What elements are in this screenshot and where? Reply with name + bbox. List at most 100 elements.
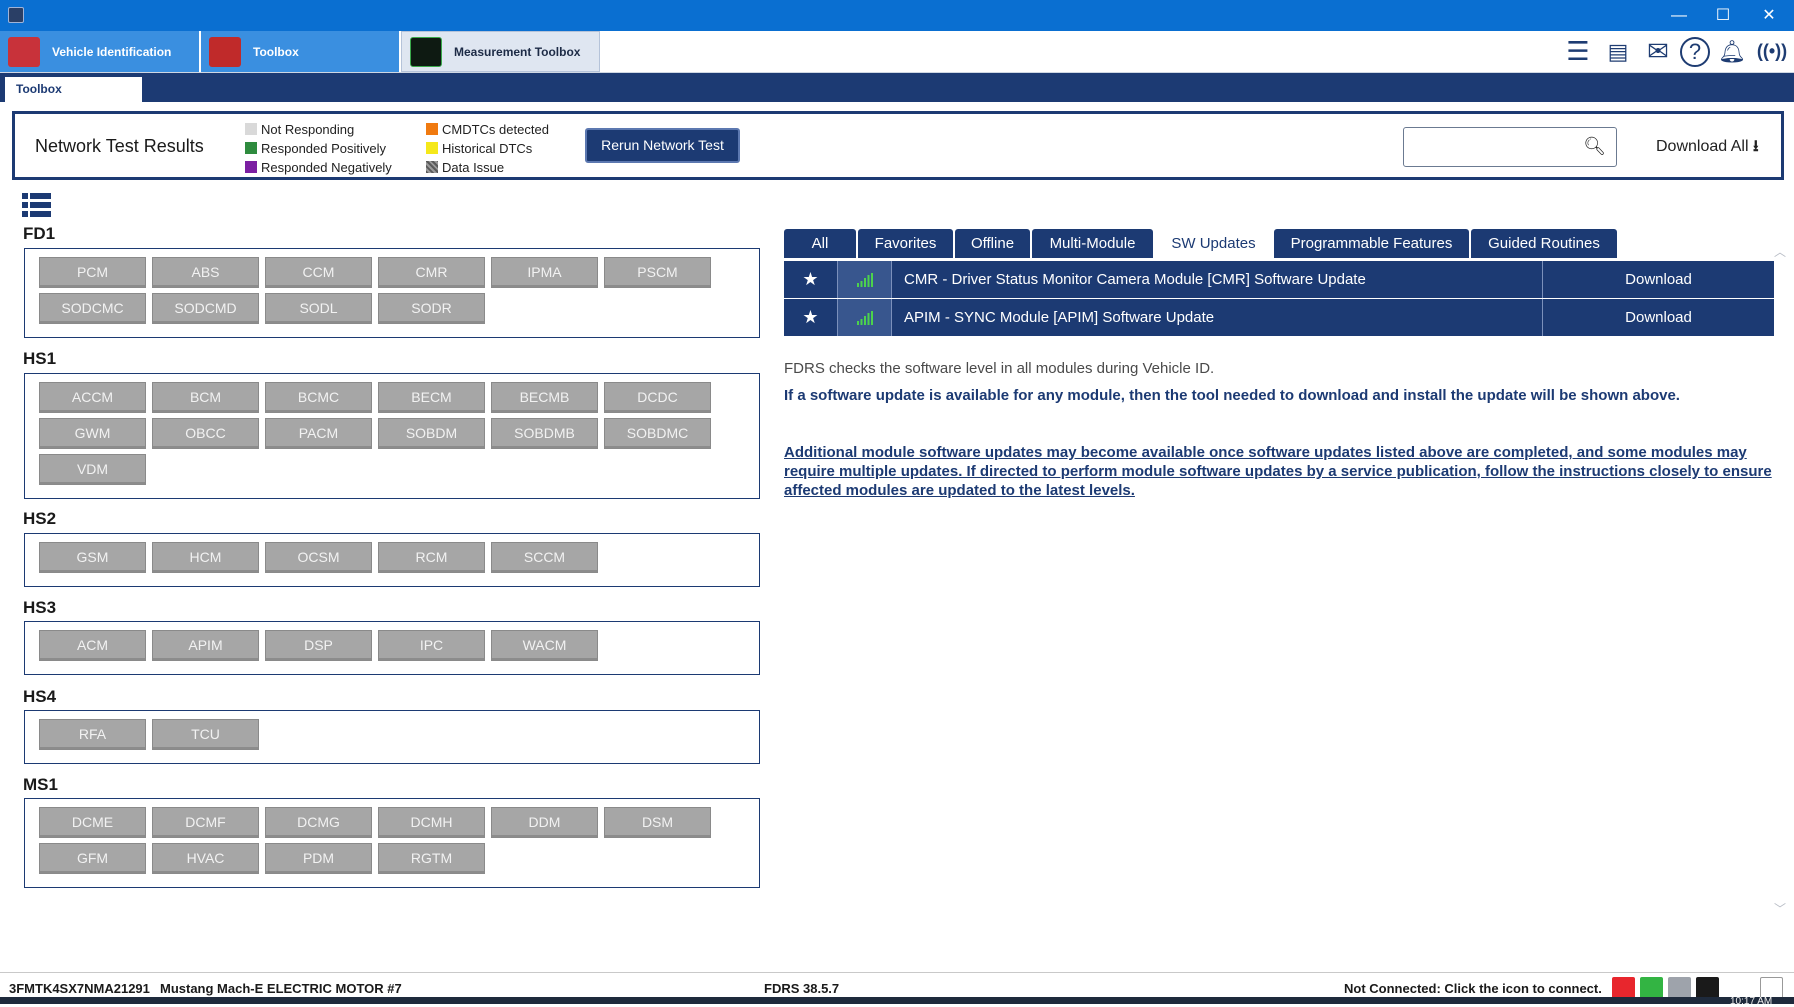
search-input[interactable]: 🔍︎ — [1403, 127, 1617, 167]
module-button-wacm[interactable]: WACM — [491, 630, 598, 661]
search-icon[interactable]: 🔍︎ — [1583, 136, 1606, 157]
app-icon — [8, 7, 24, 23]
module-button-dsp[interactable]: DSP — [265, 630, 372, 661]
scroll-up-icon[interactable]: ︿ — [1774, 243, 1786, 260]
module-button-dcdc[interactable]: DCDC — [604, 382, 711, 413]
legend-left: Not Responding Responded Positively Resp… — [245, 120, 392, 177]
module-button-sobdmc[interactable]: SOBDMC — [604, 418, 711, 449]
module-button-accm[interactable]: ACCM — [39, 382, 146, 413]
tab-measurement-toolbox[interactable]: Measurement Toolbox — [401, 31, 600, 72]
legend-label: Responded Positively — [261, 141, 387, 156]
module-button-ipc[interactable]: IPC — [378, 630, 485, 661]
wireless-icon[interactable]: ((•)) — [1754, 34, 1790, 70]
group-label-ms1: MS1 — [23, 775, 58, 794]
car-icon — [8, 36, 40, 67]
module-button-bcm[interactable]: BCM — [152, 382, 259, 413]
download-button[interactable]: Download — [1543, 261, 1774, 298]
module-button-acm[interactable]: ACM — [39, 630, 146, 661]
module-button-pcm[interactable]: PCM — [39, 257, 146, 288]
module-button-hcm[interactable]: HCM — [152, 542, 259, 573]
module-button-ccm[interactable]: CCM — [265, 257, 372, 288]
module-button-gsm[interactable]: GSM — [39, 542, 146, 573]
module-button-cmr[interactable]: CMR — [378, 257, 485, 288]
module-button-gwm[interactable]: GWM — [39, 418, 146, 449]
close-button[interactable]: ✕ — [1746, 0, 1792, 31]
tab-sw-updates[interactable]: SW Updates — [1155, 229, 1272, 258]
module-button-tcu[interactable]: TCU — [152, 719, 259, 750]
legend-swatch — [245, 161, 257, 173]
module-button-sodcmc[interactable]: SODCMC — [39, 293, 146, 324]
bell-icon[interactable]: 🔔︎ — [1714, 34, 1750, 70]
download-button[interactable]: Download — [1543, 299, 1774, 336]
module-button-bcmc[interactable]: BCMC — [265, 382, 372, 413]
module-button-dsm[interactable]: DSM — [604, 807, 711, 838]
module-button-becmb[interactable]: BECMB — [491, 382, 598, 413]
module-button-pdm[interactable]: PDM — [265, 843, 372, 874]
module-button-ddm[interactable]: DDM — [491, 807, 598, 838]
module-button-sodcmd[interactable]: SODCMD — [152, 293, 259, 324]
tab-all[interactable]: All — [784, 229, 856, 258]
tab-guided-routines[interactable]: Guided Routines — [1471, 229, 1617, 258]
info-link[interactable]: Additional module software updates may b… — [784, 443, 1774, 500]
module-button-pscm[interactable]: PSCM — [604, 257, 711, 288]
module-button-abs[interactable]: ABS — [152, 257, 259, 288]
module-button-dcme[interactable]: DCME — [39, 807, 146, 838]
update-row[interactable]: ★ APIM - SYNC Module [APIM] Software Upd… — [784, 299, 1774, 336]
module-button-sobdm[interactable]: SOBDM — [378, 418, 485, 449]
module-button-sccm[interactable]: SCCM — [491, 542, 598, 573]
module-button-rcm[interactable]: RCM — [378, 542, 485, 573]
legend-swatch — [245, 123, 257, 135]
list-view-icon[interactable] — [22, 193, 51, 217]
legend-item: Responded Positively — [245, 139, 392, 158]
module-button-vdm[interactable]: VDM — [39, 454, 146, 485]
minimize-button[interactable]: — — [1656, 0, 1702, 31]
device-icon[interactable] — [1668, 977, 1691, 999]
update-row[interactable]: ★ CMR - Driver Status Monitor Camera Mod… — [784, 261, 1774, 298]
category-tabs: All Favorites Offline Multi-Module SW Up… — [784, 229, 1619, 258]
module-button-sobdmb[interactable]: SOBDMB — [491, 418, 598, 449]
module-button-rgtm[interactable]: RGTM — [378, 843, 485, 874]
tab-toolbox-sub[interactable]: Toolbox — [5, 77, 142, 102]
rerun-network-test-button[interactable]: Rerun Network Test — [585, 128, 740, 163]
module-button-ocsm[interactable]: OCSM — [265, 542, 372, 573]
module-button-rfa[interactable]: RFA — [39, 719, 146, 750]
tab-toolbox[interactable]: Toolbox — [201, 31, 399, 72]
favorite-star-icon[interactable]: ★ — [784, 261, 838, 298]
module-button-dcmh[interactable]: DCMH — [378, 807, 485, 838]
module-button-obcc[interactable]: OBCC — [152, 418, 259, 449]
module-button-hvac[interactable]: HVAC — [152, 843, 259, 874]
mail-icon[interactable]: ✉ — [1640, 34, 1676, 70]
module-button-sodl[interactable]: SODL — [265, 293, 372, 324]
printer-icon[interactable]: ▤ — [1600, 34, 1636, 70]
signal-icon[interactable] — [1640, 977, 1663, 999]
menu-icon[interactable]: ☰ — [1560, 34, 1596, 70]
clock: 10:17 AM — [1730, 996, 1773, 1007]
tab-favorites[interactable]: Favorites — [858, 229, 953, 258]
network-test-panel: Network Test Results Not Responding Resp… — [12, 111, 1784, 180]
cable-icon[interactable] — [1696, 977, 1719, 999]
vci-disconnected-icon[interactable] — [1612, 977, 1635, 999]
favorite-star-icon[interactable]: ★ — [784, 299, 838, 336]
tab-programmable-features[interactable]: Programmable Features — [1274, 229, 1469, 258]
help-icon[interactable]: ? — [1680, 36, 1710, 67]
module-button-dcmg[interactable]: DCMG — [265, 807, 372, 838]
group-box-hs2: GSM HCM OCSM RCM SCCM — [24, 533, 760, 587]
module-button-dcmf[interactable]: DCMF — [152, 807, 259, 838]
module-button-sodr[interactable]: SODR — [378, 293, 485, 324]
legend-swatch — [426, 123, 438, 135]
module-button-becm[interactable]: BECM — [378, 382, 485, 413]
scroll-down-icon[interactable]: ﹀ — [1774, 900, 1786, 917]
tab-multi-module[interactable]: Multi-Module — [1032, 229, 1153, 258]
legend-swatch — [245, 142, 257, 154]
maximize-button[interactable]: ☐ — [1700, 0, 1746, 31]
download-all-button[interactable]: Download All ⭳ — [1656, 135, 1759, 162]
download-all-label: Download All — [1656, 138, 1749, 155]
module-button-ipma[interactable]: IPMA — [491, 257, 598, 288]
module-button-apim[interactable]: APIM — [152, 630, 259, 661]
tab-offline[interactable]: Offline — [955, 229, 1030, 258]
tab-vehicle-identification[interactable]: Vehicle Identification — [0, 31, 199, 72]
legend-label: Not Responding — [261, 122, 355, 137]
module-button-pacm[interactable]: PACM — [265, 418, 372, 449]
toolbar-icons: ☰ ▤ ✉ ? 🔔︎ ((•)) — [1560, 31, 1794, 72]
module-button-gfm[interactable]: GFM — [39, 843, 146, 874]
